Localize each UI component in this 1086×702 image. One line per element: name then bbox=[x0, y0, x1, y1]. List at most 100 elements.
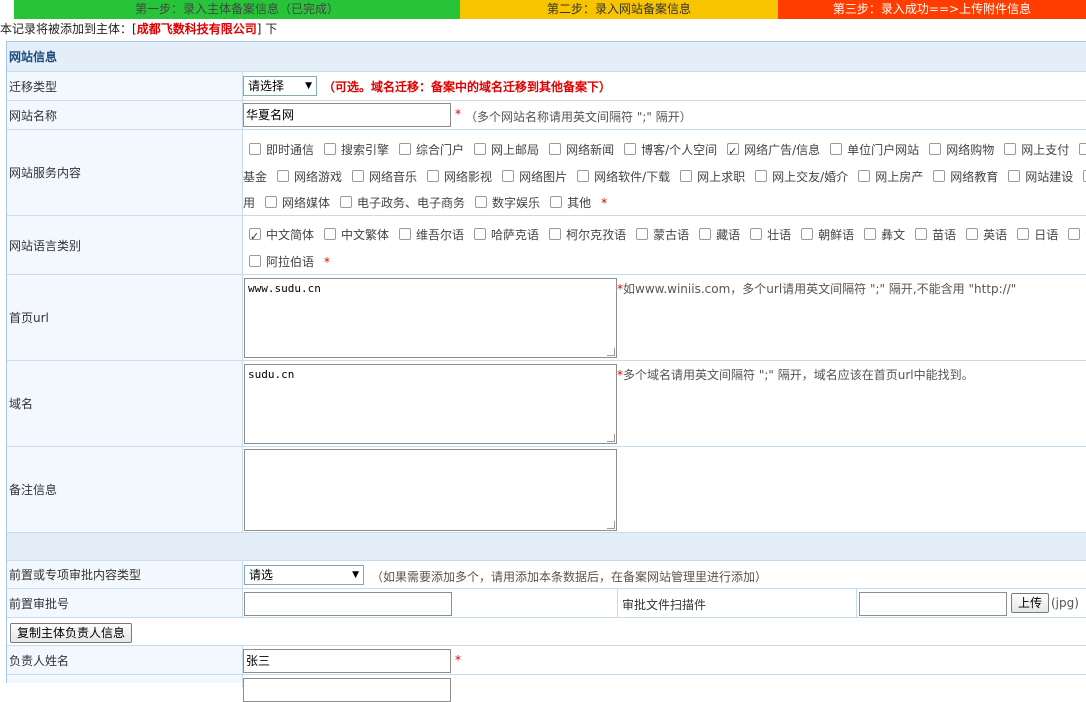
owner-name-input[interactable]: 张三 bbox=[243, 649, 451, 673]
pre-approval-no-input[interactable] bbox=[244, 592, 452, 616]
checkbox[interactable] bbox=[915, 228, 928, 240]
checkbox-item[interactable]: 网络新闻 bbox=[549, 139, 614, 161]
checkbox[interactable] bbox=[858, 170, 871, 182]
checkbox-item[interactable]: 网站建设 bbox=[1008, 166, 1073, 188]
checkbox[interactable] bbox=[624, 143, 637, 155]
checkbox-item[interactable]: 单位门户网站 bbox=[830, 139, 919, 161]
checkbox[interactable] bbox=[249, 255, 261, 267]
checkbox[interactable] bbox=[324, 143, 337, 155]
checkbox-label: 数字娱乐 bbox=[492, 196, 541, 210]
checkbox[interactable] bbox=[549, 228, 562, 240]
checkbox-item[interactable]: 网络教育 bbox=[933, 166, 998, 188]
copy-owner-button[interactable]: 复制主体负责人信息 bbox=[10, 623, 133, 643]
checkbox-item[interactable]: 网络游戏 bbox=[277, 166, 342, 188]
checkbox[interactable] bbox=[830, 143, 843, 155]
checkbox[interactable] bbox=[502, 170, 515, 182]
checkbox-item[interactable]: 其他 bbox=[550, 192, 591, 214]
checkbox[interactable] bbox=[929, 143, 942, 155]
checkbox-item[interactable]: 网上交友/婚介 bbox=[755, 166, 848, 188]
checkbox-item[interactable]: 电子政务、电子商务 bbox=[340, 192, 465, 214]
checkbox[interactable] bbox=[1008, 170, 1021, 182]
checkbox-item[interactable]: 蒙古语 bbox=[636, 224, 689, 246]
checkbox-item[interactable]: 法语 bbox=[1068, 224, 1086, 246]
next-input[interactable] bbox=[243, 678, 451, 702]
checkbox-item[interactable]: 日语 bbox=[1017, 224, 1058, 246]
checkbox[interactable] bbox=[680, 170, 693, 182]
services-line-2: 基金 网络游戏 网络音乐 网络影视 网络图片 网络软件/下载 网上求职 网上交友/婚介 网上房产… bbox=[243, 166, 1086, 188]
checkbox-item[interactable]: 藏语 bbox=[699, 224, 740, 246]
checkbox-item[interactable]: 搜索引擎 bbox=[324, 139, 389, 161]
upload-button[interactable]: 上传 bbox=[1011, 593, 1050, 613]
checkbox-label: 网上交友/婚介 bbox=[772, 170, 849, 184]
checkbox-item[interactable]: 数字娱乐 bbox=[475, 192, 540, 214]
checkbox[interactable] bbox=[550, 196, 563, 208]
checkbox[interactable] bbox=[265, 196, 278, 208]
checkbox-item[interactable]: 网络广告/信息 bbox=[727, 139, 820, 163]
site-name-input[interactable]: 华夏名网 bbox=[243, 103, 451, 127]
checkbox[interactable] bbox=[966, 228, 979, 240]
scan-file-input[interactable] bbox=[859, 592, 1007, 616]
checkbox-item[interactable]: 网络媒体 bbox=[265, 192, 330, 214]
checkbox[interactable] bbox=[801, 228, 814, 240]
checkbox-item[interactable]: 综合门户 bbox=[399, 139, 464, 161]
resize-handle[interactable] bbox=[607, 434, 615, 442]
checkbox-item[interactable]: 中文简体 bbox=[249, 224, 314, 248]
resize-handle[interactable] bbox=[607, 348, 615, 356]
row-spacer bbox=[7, 533, 1086, 561]
pre-approval-type-select[interactable]: 请选 ▼ bbox=[244, 565, 364, 585]
checkbox-item[interactable]: 网上 bbox=[1079, 139, 1086, 161]
remarks-textarea[interactable] bbox=[244, 449, 617, 531]
checkbox[interactable] bbox=[699, 228, 712, 240]
checkbox-item[interactable]: 网上邮局 bbox=[474, 139, 539, 161]
checkbox[interactable] bbox=[1004, 143, 1017, 155]
checkbox[interactable] bbox=[549, 143, 562, 155]
checkbox[interactable] bbox=[475, 196, 488, 208]
checkbox-item[interactable]: 哈萨克语 bbox=[474, 224, 539, 246]
homepage-url-textarea[interactable]: www.sudu.cn bbox=[244, 278, 617, 358]
checkbox-item[interactable]: 中文繁体 bbox=[324, 224, 389, 246]
checkbox-item[interactable]: 即时通信 bbox=[249, 139, 314, 161]
checkbox-item[interactable]: 维吾尔语 bbox=[399, 224, 464, 246]
checkbox[interactable] bbox=[750, 228, 763, 240]
domain-textarea[interactable]: sudu.cn bbox=[244, 364, 617, 444]
resize-handle[interactable] bbox=[607, 521, 615, 529]
checkbox-item[interactable]: 网络音乐 bbox=[352, 166, 417, 188]
checkbox-item[interactable]: 网络软件/下载 bbox=[577, 166, 670, 188]
checkbox[interactable] bbox=[933, 170, 946, 182]
checkbox[interactable] bbox=[340, 196, 353, 208]
checkbox[interactable] bbox=[1017, 228, 1030, 240]
checkbox-item[interactable]: 英语 bbox=[966, 224, 1007, 246]
checkbox-item[interactable]: 壮语 bbox=[750, 224, 791, 246]
checkbox-item[interactable]: 网上求职 bbox=[680, 166, 745, 188]
checkbox-item[interactable]: 彝文 bbox=[864, 224, 905, 246]
checkbox-item[interactable]: 网络影视 bbox=[427, 166, 492, 188]
checkbox-item[interactable]: 阿拉伯语 bbox=[249, 251, 314, 273]
checkbox[interactable] bbox=[1068, 228, 1081, 240]
checkbox[interactable] bbox=[352, 170, 365, 182]
checkbox-checked[interactable] bbox=[727, 141, 740, 163]
checkbox[interactable] bbox=[399, 143, 412, 155]
checkbox[interactable] bbox=[864, 228, 877, 240]
checkbox-item[interactable]: 网上支付 bbox=[1004, 139, 1069, 161]
checkbox[interactable] bbox=[755, 170, 768, 182]
checkbox[interactable] bbox=[636, 228, 649, 240]
checkbox[interactable] bbox=[249, 143, 261, 155]
checkbox[interactable] bbox=[324, 228, 337, 240]
checkbox-checked[interactable] bbox=[249, 226, 261, 248]
checkbox-item[interactable]: 苗语 bbox=[915, 224, 956, 246]
checkbox[interactable] bbox=[427, 170, 440, 182]
checkbox-item[interactable]: 网上房产 bbox=[858, 166, 923, 188]
checkbox[interactable] bbox=[1079, 143, 1086, 155]
migration-type-select[interactable]: 请选择 ▼ bbox=[243, 76, 317, 96]
checkbox-item[interactable]: 网络图片 bbox=[502, 166, 567, 188]
checkbox-item[interactable]: 网络购物 bbox=[929, 139, 994, 161]
checkbox-item[interactable]: 朝鲜语 bbox=[801, 224, 854, 246]
checkbox[interactable] bbox=[577, 170, 590, 182]
row-copy-button: 复制主体负责人信息 bbox=[7, 618, 1086, 646]
checkbox[interactable] bbox=[474, 228, 487, 240]
checkbox[interactable] bbox=[474, 143, 487, 155]
checkbox-item[interactable]: 柯尔克孜语 bbox=[549, 224, 626, 246]
checkbox[interactable] bbox=[399, 228, 412, 240]
checkbox-item[interactable]: 博客/个人空间 bbox=[624, 139, 717, 161]
checkbox[interactable] bbox=[277, 170, 290, 182]
